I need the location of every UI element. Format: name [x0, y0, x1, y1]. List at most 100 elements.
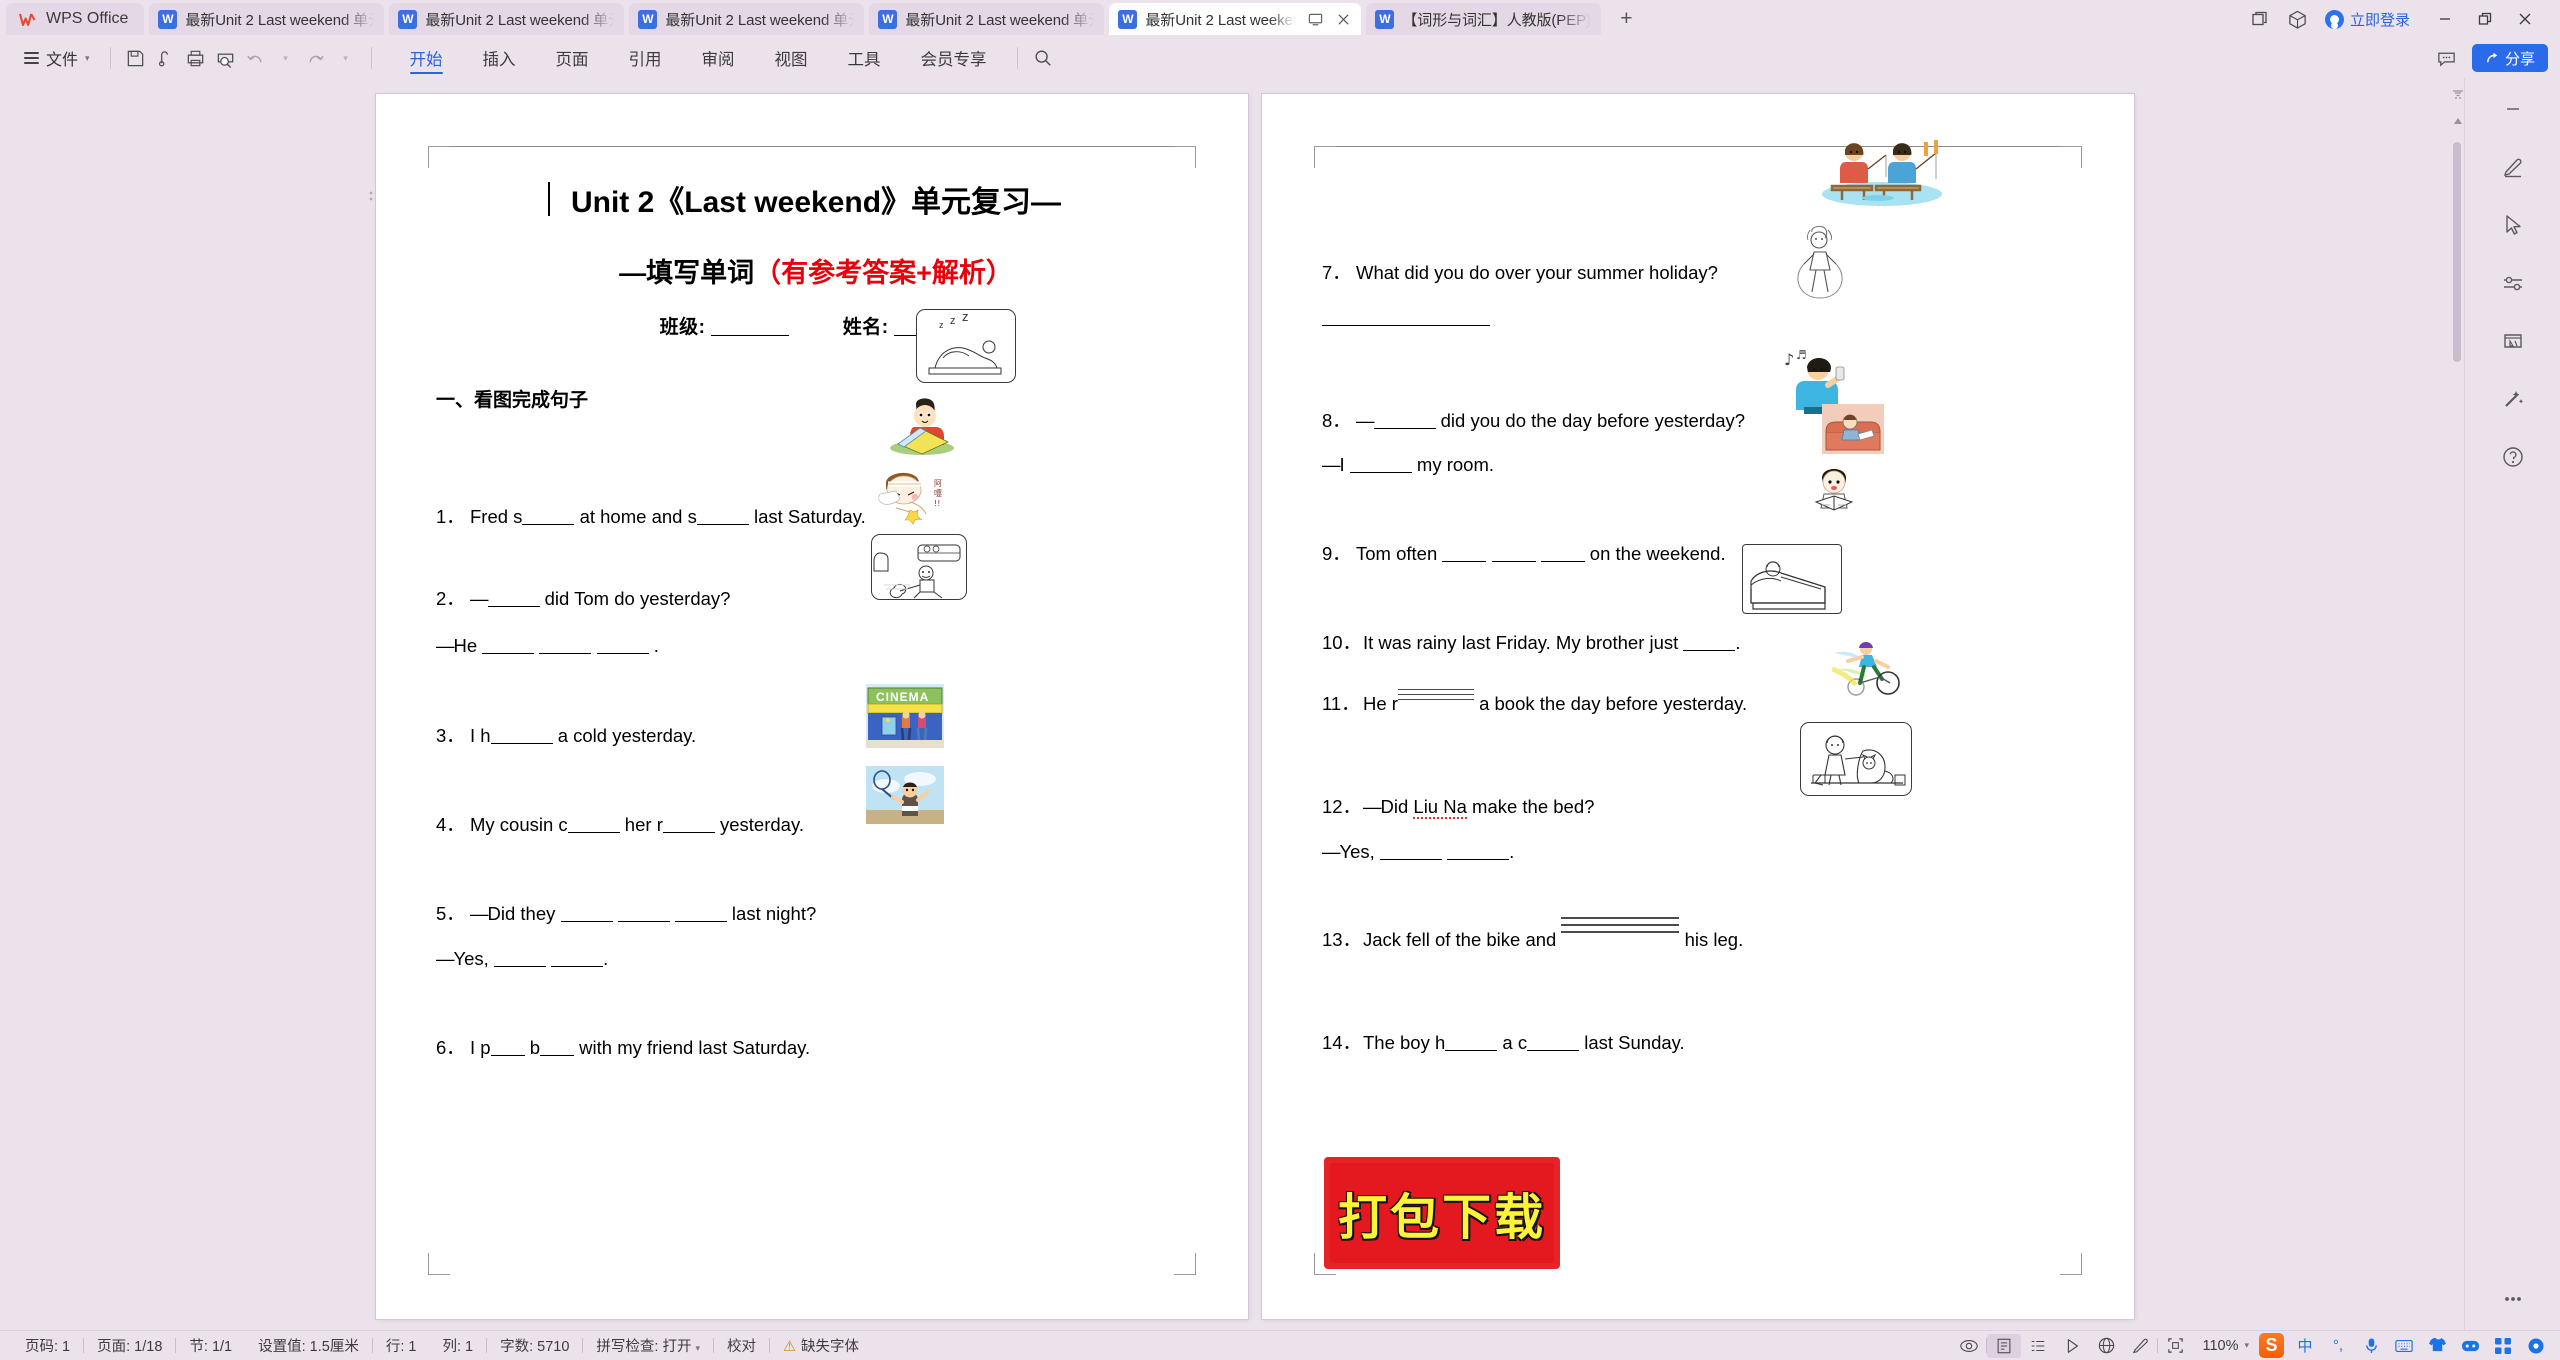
menu-icon: [24, 49, 39, 66]
pen-highlight-icon[interactable]: [2496, 150, 2530, 184]
status-row[interactable]: 行: 1: [373, 1335, 430, 1356]
wps-home-tab[interactable]: WPS Office: [6, 3, 145, 35]
title-sub-red: （有参考答案+解析）: [754, 258, 1013, 288]
tab-screen-icon[interactable]: [1305, 9, 1325, 29]
tab-close-icon[interactable]: [1333, 9, 1353, 29]
document-tab-2[interactable]: W 最新Unit 2 Last weekend 单元专项复习…: [389, 3, 625, 35]
question-number: 4．: [436, 814, 465, 836]
status-page-number[interactable]: 页码: 1: [12, 1335, 83, 1356]
ribbon-tab-home[interactable]: 开始: [390, 40, 463, 76]
scroll-top-marker-icon[interactable]: [2451, 88, 2465, 102]
new-tab-button[interactable]: +: [1611, 4, 1641, 34]
status-setting-value[interactable]: 设置值: 1.5厘米: [245, 1335, 372, 1356]
header-rule: [450, 146, 1174, 147]
apps-grid-icon[interactable]: [2491, 1335, 2515, 1357]
file-menu-label: 文件: [46, 52, 79, 69]
file-menu-button[interactable]: 文件 ▾: [14, 46, 100, 70]
play-presentation-icon[interactable]: [2055, 1334, 2089, 1358]
minimize-button[interactable]: [2426, 4, 2464, 34]
web-view-icon[interactable]: [2089, 1334, 2123, 1358]
ime-language-icon[interactable]: 中: [2293, 1335, 2317, 1357]
ribbon-tab-member[interactable]: 会员专享: [901, 40, 1007, 76]
svg-text:阿: 阿: [934, 479, 942, 488]
svg-text:z: z: [962, 310, 969, 324]
zoom-level[interactable]: 110%: [2192, 1338, 2244, 1354]
microphone-icon[interactable]: [2359, 1335, 2383, 1357]
question-number: 6．: [436, 1036, 465, 1058]
ribbon-tab-reference[interactable]: 引用: [609, 40, 682, 76]
question-number: 5．: [436, 903, 465, 925]
scroll-up-arrow-icon[interactable]: [2451, 116, 2465, 126]
save-icon[interactable]: [121, 43, 151, 73]
tray-settings-icon[interactable]: [2524, 1335, 2548, 1357]
ribbon-tab-tools[interactable]: 工具: [828, 40, 901, 76]
comment-icon[interactable]: [2432, 43, 2462, 73]
document-page-right[interactable]: 7． What did you do over your summer holid…: [1262, 94, 2134, 1319]
eye-view-icon[interactable]: [1952, 1334, 1986, 1358]
document-tab-1[interactable]: W 最新Unit 2 Last weekend 单元专项复习…: [149, 3, 385, 35]
clipboard-paste-icon[interactable]: [2496, 324, 2530, 358]
print-preview-icon[interactable]: [211, 43, 241, 73]
keyboard-icon[interactable]: [2392, 1335, 2416, 1357]
collapse-rail-icon[interactable]: [2496, 92, 2530, 126]
login-button[interactable]: 立即登录: [2324, 9, 2410, 30]
restore-button[interactable]: [2466, 4, 2504, 34]
tab-label: 最新Unit 2 Last weekend 单元专项复习…: [185, 11, 377, 29]
ribbon-tab-review[interactable]: 审阅: [682, 40, 755, 76]
share-button[interactable]: 分享: [2471, 44, 2548, 72]
status-column[interactable]: 列: 1: [429, 1335, 486, 1356]
status-proofread[interactable]: 校对: [714, 1335, 769, 1356]
document-title-line2: —填写单词（有参考答案+解析）: [436, 251, 1196, 290]
status-word-count[interactable]: 字数: 5710: [487, 1335, 582, 1356]
more-options-icon[interactable]: [2496, 1282, 2530, 1316]
cloud-save-icon[interactable]: [151, 43, 181, 73]
chevron-down-icon: ▾: [85, 52, 90, 63]
status-section[interactable]: 节: 1/1: [176, 1335, 245, 1356]
emoji-panel-icon[interactable]: [2458, 1335, 2482, 1357]
settings-sliders-icon[interactable]: [2496, 266, 2530, 300]
status-page-count[interactable]: 页面: 1/18: [84, 1335, 175, 1356]
question-4: 4． My cousin c her r yesterday.: [436, 812, 1196, 839]
ime-punctuation-icon[interactable]: °,: [2326, 1335, 2350, 1357]
tshirt-skin-icon[interactable]: [2425, 1335, 2449, 1357]
undo-dropdown-icon[interactable]: ▾: [271, 43, 301, 73]
redo-dropdown-icon[interactable]: ▾: [331, 43, 361, 73]
system-tray: S 中 °,: [2249, 1333, 2548, 1358]
magic-wand-icon[interactable]: [2496, 382, 2530, 416]
pages-area[interactable]: Unit 2《Last weekend》单元复习— —填写单词（有参考答案+解析…: [0, 78, 2450, 1330]
document-tab-5-active[interactable]: W 最新Unit 2 Last weekend 单…: [1109, 3, 1362, 35]
scrollbar-thumb[interactable]: [2453, 142, 2461, 362]
document-page-left[interactable]: Unit 2《Last weekend》单元复习— —填写单词（有参考答案+解析…: [376, 94, 1248, 1319]
document-tab-6[interactable]: W 【词形与词汇】人教版(PEP)六年级英…: [1366, 3, 1602, 35]
title-text: Unit 2《Last weekend》单元复习—: [570, 186, 1062, 219]
ribbon-tab-insert[interactable]: 插入: [463, 40, 536, 76]
outline-view-icon[interactable]: [2021, 1334, 2055, 1358]
spellcheck-label: 拼写检查: 打开: [596, 1339, 692, 1355]
undo-icon[interactable]: [241, 43, 271, 73]
question-number: 14．: [1322, 1032, 1362, 1054]
illustration-girl-cat: [1800, 722, 1912, 796]
ribbon-tab-page[interactable]: 页面: [536, 40, 609, 76]
svg-text:z: z: [939, 320, 944, 330]
page-layout-view-icon[interactable]: [1987, 1333, 2022, 1358]
multi-window-icon[interactable]: [2249, 8, 2271, 30]
status-spellcheck[interactable]: 拼写检查: 打开 ▾: [583, 1335, 713, 1356]
close-button[interactable]: [2506, 4, 2544, 34]
redo-icon[interactable]: [301, 43, 331, 73]
ribbon-tab-view[interactable]: 视图: [755, 40, 828, 76]
sogou-ime-icon[interactable]: S: [2259, 1333, 2284, 1358]
help-icon[interactable]: [2496, 440, 2530, 474]
status-missing-font[interactable]: ⚠ 缺失字体: [770, 1335, 872, 1356]
print-icon[interactable]: [181, 43, 211, 73]
fit-page-icon[interactable]: [2158, 1334, 2192, 1358]
document-tab-3[interactable]: W 最新Unit 2 Last weekend 单元专项复习…: [629, 3, 865, 35]
search-icon[interactable]: [1028, 43, 1058, 73]
cursor-select-icon[interactable]: [2496, 208, 2530, 242]
cube-icon[interactable]: [2287, 8, 2309, 30]
download-watermark[interactable]: 打包下载: [1330, 1163, 1554, 1263]
vertical-scrollbar[interactable]: [2450, 78, 2464, 1330]
brush-tool-icon[interactable]: [2123, 1334, 2157, 1358]
question-number: 13．: [1322, 929, 1362, 951]
document-tab-4[interactable]: W 最新Unit 2 Last weekend 单元专项复习…: [869, 3, 1105, 35]
illustration-cleaning-room: [871, 534, 967, 600]
